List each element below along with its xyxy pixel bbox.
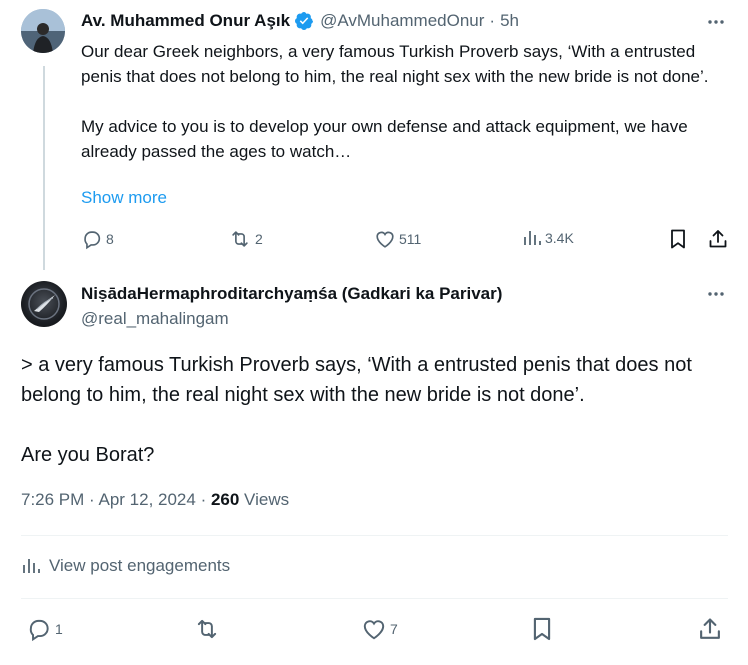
tweet-paragraph: > a very famous Turkish Proverb says, ‘W… [21, 354, 692, 406]
view-engagements-link[interactable]: View post engagements [21, 556, 230, 576]
avatar-photo [21, 9, 65, 53]
bookmark-button[interactable] [668, 228, 688, 250]
like-icon [374, 228, 396, 250]
engagements-label: View post engagements [49, 556, 231, 575]
tweet-paragraph: My advice to you is to develop your own … [81, 117, 688, 161]
parent-tweet-text: Our dear Greek neighbors, a very famous … [81, 39, 731, 164]
divider [21, 598, 728, 599]
reply-icon [26, 616, 52, 642]
repost-icon [228, 228, 252, 250]
reply-button[interactable]: 8 [81, 228, 114, 250]
view-count: 3.4K [545, 230, 574, 246]
avatar[interactable] [21, 9, 65, 53]
thread-connector-line [43, 66, 45, 270]
analytics-icon [21, 556, 41, 576]
more-icon[interactable] [706, 12, 726, 32]
tweet-paragraph: Are you Borat? [21, 444, 155, 466]
tweet-metadata: 7:26 PM · Apr 12, 2024 · 260 Views [21, 490, 289, 510]
like-count: 511 [399, 231, 422, 247]
reply-icon [81, 228, 103, 250]
reply-count: 1 [55, 621, 63, 637]
avatar-photo [28, 288, 60, 320]
share-icon [707, 228, 729, 250]
views-button[interactable]: 3.4K [522, 228, 574, 248]
show-more-link[interactable]: Show more [81, 188, 167, 208]
like-button[interactable]: 7 [361, 616, 398, 642]
share-button[interactable] [697, 616, 723, 642]
repost-button[interactable]: 2 [228, 228, 263, 250]
divider [21, 535, 728, 536]
separator-dot: · [489, 11, 496, 30]
repost-button[interactable] [193, 616, 221, 642]
views-icon [522, 228, 542, 248]
author-handle[interactable]: @AvMuhammedOnur [320, 11, 484, 31]
verified-badge-icon [294, 11, 314, 31]
author-name[interactable]: Av. Muhammed Onur Aşık [81, 11, 290, 31]
like-button[interactable]: 511 [374, 228, 421, 250]
views-label: Views [239, 490, 290, 509]
repost-count: 2 [255, 231, 263, 247]
tweet-paragraph: Our dear Greek neighbors, a very famous … [81, 42, 709, 86]
share-button[interactable] [707, 228, 729, 250]
like-icon [361, 616, 387, 642]
like-count: 7 [390, 621, 398, 637]
tweet-timestamp[interactable]: 7:26 PM · Apr 12, 2024 [21, 490, 196, 509]
tweet-time[interactable]: 5h [500, 11, 519, 31]
author-handle[interactable]: @real_mahalingam [81, 309, 229, 329]
reply-count: 8 [106, 231, 114, 247]
parent-tweet-header: Av. Muhammed Onur Aşık @AvMuhammedOnur ·… [81, 11, 519, 31]
more-icon[interactable] [706, 284, 726, 304]
bookmark-icon [668, 228, 688, 250]
share-icon [697, 616, 723, 642]
bookmark-icon [530, 616, 554, 642]
main-tweet-text: > a very famous Turkish Proverb says, ‘W… [21, 350, 736, 470]
views-count: 260 [210, 490, 240, 509]
separator-dot: · [195, 490, 211, 509]
author-name[interactable]: NiṣādaHermaphroditarchyaṃśa (Gadkari ka … [81, 284, 502, 304]
repost-icon [193, 616, 221, 642]
bookmark-button[interactable] [530, 616, 554, 642]
avatar[interactable] [21, 281, 67, 327]
reply-button[interactable]: 1 [26, 616, 63, 642]
